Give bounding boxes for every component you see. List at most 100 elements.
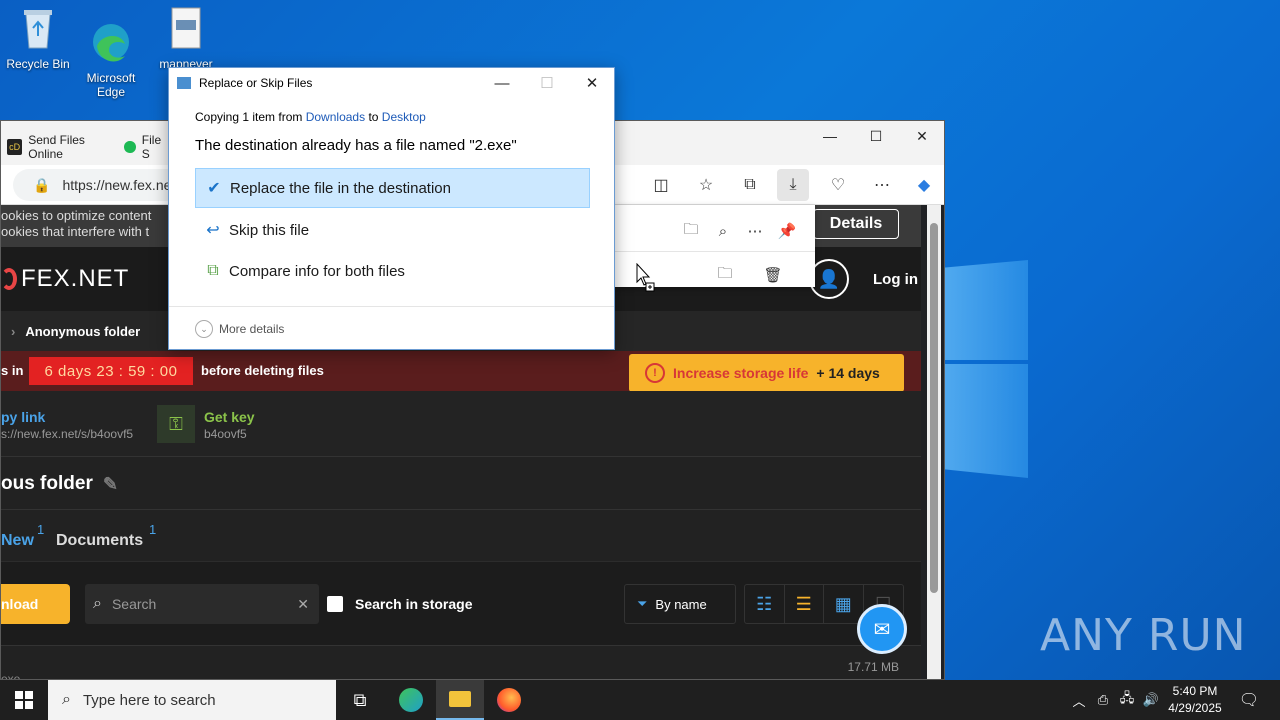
taskbar: ⌕ Type here to search ⧉ ︿ ⎙ 🖧 🔊 5:40 PM … <box>0 680 1280 720</box>
start-button[interactable] <box>0 680 48 720</box>
destination-folder-link[interactable]: Desktop <box>382 110 426 124</box>
address-bar[interactable]: 🔒 https://new.fex.ne <box>13 169 183 201</box>
anyrun-watermark: ANY RUN <box>1040 610 1247 661</box>
split-screen-icon[interactable]: ◫ <box>645 169 677 201</box>
task-view-icon[interactable]: ⧉ <box>336 680 384 720</box>
timer-suffix: before deleting files <box>201 363 324 378</box>
source-folder-link[interactable]: Downloads <box>306 110 365 124</box>
file-icon <box>171 7 201 49</box>
key-icon[interactable]: ⚿ <box>157 405 195 443</box>
search-icon: ⌕ <box>93 595 102 612</box>
countdown-timer: 6 days 23 : 59 : 00 <box>29 357 193 385</box>
clock-date: 4/29/2025 <box>1168 701 1222 715</box>
device-icon[interactable]: ⎙ <box>1092 680 1114 720</box>
delete-icon[interactable]: 🗑 <box>761 263 785 287</box>
taskbar-file-explorer-icon[interactable] <box>436 680 484 720</box>
grid-view-icon[interactable]: ▦ <box>824 585 864 623</box>
option-label: Compare info for both files <box>229 262 405 280</box>
check-icon: ✔ <box>207 180 221 197</box>
increase-storage-button[interactable]: ! Increase storage life + 14 days <box>629 354 904 392</box>
download-button[interactable]: nload <box>1 584 70 624</box>
scrollbar-thumb[interactable] <box>930 223 938 593</box>
network-icon[interactable]: 🖧 <box>1116 680 1138 720</box>
search-storage-label: Search in storage <box>355 596 473 612</box>
page-scrollbar[interactable] <box>927 205 941 679</box>
tab-count: 1 <box>37 522 45 537</box>
list-view-icon[interactable]: ☰ <box>785 585 824 623</box>
mail-icon: ✉ <box>873 618 891 641</box>
collections-icon[interactable]: ⧉ <box>734 169 766 201</box>
search-input[interactable]: ⌕ Search ✕ <box>85 584 319 624</box>
lock-icon: 🔒 <box>33 176 51 193</box>
tab-documents[interactable]: Documents 1 <box>56 522 156 550</box>
search-downloads-icon[interactable]: ⌕ <box>711 219 735 243</box>
show-in-folder-icon[interactable]: 🗀 <box>713 263 737 287</box>
replace-skip-dialog: Replace or Skip Files — ☐ ✕ Copying 1 it… <box>168 67 615 350</box>
destination-message: The destination already has a file named… <box>195 137 517 154</box>
dialog-close-button[interactable]: ✕ <box>569 68 615 98</box>
dialog-minimize-button[interactable]: — <box>479 68 525 98</box>
list-detail-view-icon[interactable]: ☷ <box>745 585 785 623</box>
open-folder-icon[interactable]: 🗀 <box>679 219 703 243</box>
contact-mail-button[interactable]: ✉ <box>857 604 907 654</box>
taskbar-search-input[interactable]: ⌕ Type here to search <box>48 680 336 720</box>
notifications-icon[interactable]: 🗨 <box>1234 680 1264 720</box>
replace-option[interactable]: ✔ Replace the file in the destination <box>195 168 590 208</box>
sort-label: By name <box>655 596 707 612</box>
browser-essentials-icon[interactable]: ♡ <box>822 169 854 201</box>
option-label: Replace the file in the destination <box>230 179 451 197</box>
clear-icon[interactable]: ✕ <box>297 596 309 613</box>
share-url: s://new.fex.net/s/b4oovf5 <box>1 427 134 441</box>
get-key-button[interactable]: Get key <box>204 409 255 425</box>
tab-new[interactable]: New 1 <box>1 522 44 550</box>
sort-button[interactable]: ⏷ By name <box>624 584 736 624</box>
taskbar-edge-icon[interactable] <box>387 680 435 720</box>
cursor-copy-icon <box>636 263 655 292</box>
folder-name: ous folder <box>1 473 93 494</box>
pin-icon[interactable]: 📌 <box>775 219 799 243</box>
user-avatar-icon[interactable]: 👤 <box>809 259 849 299</box>
breadcrumb-item[interactable]: Anonymous folder <box>25 324 140 339</box>
storage-bonus: + 14 days <box>816 365 880 381</box>
fex-logo[interactable]: FEX.NET <box>1 265 129 293</box>
edge-icon <box>93 24 129 62</box>
desktop-icon-label: Microsoft Edge <box>86 71 136 99</box>
timer-prefix: s in <box>1 363 24 378</box>
close-button[interactable]: ✕ <box>899 121 944 151</box>
search-storage-checkbox[interactable] <box>327 596 343 612</box>
tab-title-2: File S <box>141 133 162 161</box>
downloads-icon[interactable]: ⤓ <box>777 169 809 201</box>
chevron-right-icon: › <box>11 323 16 339</box>
option-label: Skip this file <box>229 221 310 239</box>
pencil-icon[interactable]: ✎ <box>103 474 118 495</box>
more-options-icon[interactable]: ⋯ <box>743 219 767 243</box>
copying-prefix: Copying 1 item from <box>195 110 303 124</box>
maximize-button[interactable]: ☐ <box>853 121 899 151</box>
more-menu-icon[interactable]: ⋯ <box>866 169 898 201</box>
favorites-icon[interactable]: ☆ <box>690 169 722 201</box>
minimize-button[interactable]: — <box>807 121 853 151</box>
filter-icon: ⏷ <box>637 596 648 611</box>
login-link[interactable]: Log in <box>873 271 918 288</box>
copilot-icon[interactable]: ◆ <box>908 169 940 201</box>
file-row[interactable]: exe 17.71 MB <box>1 645 921 680</box>
skip-icon: ↩ <box>206 222 220 239</box>
details-button[interactable]: Details <box>813 209 899 239</box>
skip-option[interactable]: ↩ Skip this file <box>195 210 590 250</box>
desktop-icon-edge[interactable]: Microsoft Edge <box>73 0 149 99</box>
tab-count: 1 <box>149 522 157 537</box>
windows-icon <box>15 691 33 709</box>
browser-tab[interactable]: cD Send Files Online File S <box>1 129 171 165</box>
taskbar-firefox-icon[interactable] <box>485 680 533 720</box>
system-clock[interactable]: 5:40 PM 4/29/2025 <box>1158 683 1232 717</box>
more-details-toggle[interactable]: ⌄ More details <box>169 306 614 351</box>
desktop-icon-mapnever[interactable]: mapnever <box>148 0 224 71</box>
show-hidden-icons-icon[interactable]: ︿ <box>1068 680 1090 720</box>
desktop-icon-recycle-bin[interactable]: Recycle Bin <box>0 0 76 71</box>
clock-time: 5:40 PM <box>1172 684 1218 698</box>
copy-link-button[interactable]: py link <box>1 409 45 425</box>
copying-info: Copying 1 item from Downloads to Desktop <box>195 110 426 124</box>
file-name: exe <box>1 672 21 680</box>
clock-alert-icon: ! <box>645 363 665 383</box>
compare-option[interactable]: ⧉ Compare info for both files <box>195 251 590 291</box>
